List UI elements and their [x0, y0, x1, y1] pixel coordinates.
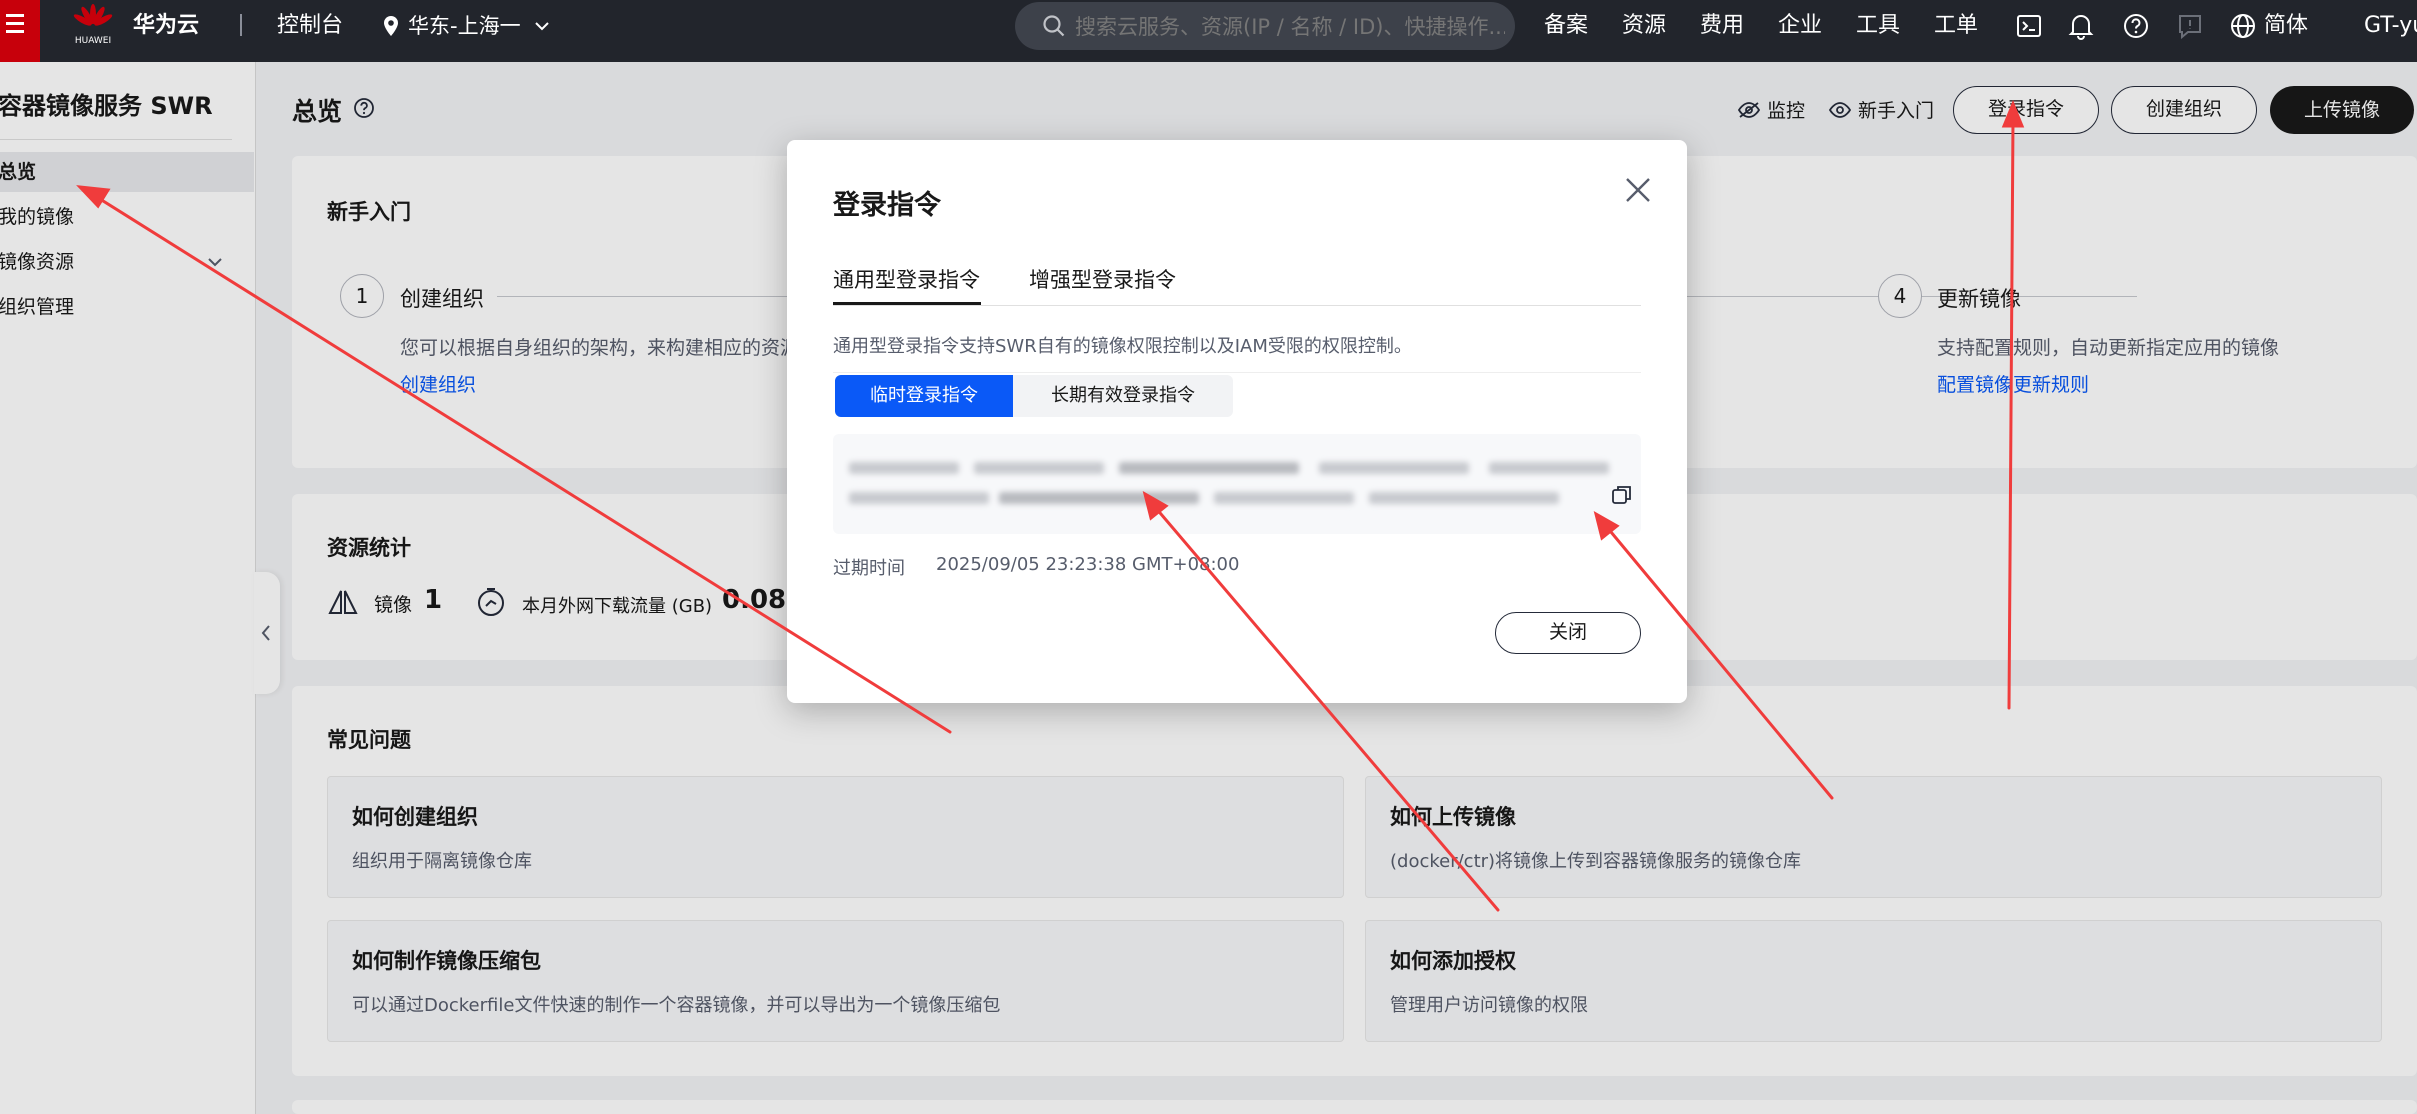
- menu-icon[interactable]: [0, 0, 40, 62]
- console-link[interactable]: 控制台: [277, 0, 343, 62]
- top-navigation-bar: HUAWEI 华为云 控制台 华东-上海一 备案 资源 费用 企业 工具 工单 …: [0, 0, 2417, 62]
- nav-item-resources[interactable]: 资源: [1622, 0, 1666, 62]
- login-command-dialog: 登录指令 通用型登录指令 增强型登录指令 通用型登录指令支持SWR自有的镜像权限…: [787, 140, 1687, 703]
- login-command-box[interactable]: [833, 434, 1641, 534]
- region-selector[interactable]: 华东-上海一: [382, 0, 562, 52]
- tabs-divider: [833, 305, 1641, 306]
- globe-icon[interactable]: [2229, 12, 2257, 40]
- region-label: 华东-上海一: [408, 14, 521, 38]
- language-switch[interactable]: 简体: [2264, 0, 2308, 62]
- huawei-logo-icon[interactable]: HUAWEI: [70, 4, 116, 50]
- dialog-description: 通用型登录指令支持SWR自有的镜像权限控制以及IAM受限的权限控制。: [833, 336, 1412, 357]
- logo-text: HUAWEI: [74, 36, 112, 46]
- user-account[interactable]: GT-yu: [2364, 0, 2417, 62]
- feedback-icon[interactable]: [2176, 12, 2204, 40]
- tab-enhanced-login[interactable]: 增强型登录指令: [1029, 264, 1176, 294]
- search-input[interactable]: [1073, 8, 1507, 46]
- search-icon: [1043, 15, 1065, 37]
- location-icon: [384, 16, 398, 36]
- help-icon[interactable]: [2122, 12, 2150, 40]
- expire-label: 过期时间: [833, 558, 905, 579]
- copy-icon[interactable]: [1611, 484, 1633, 506]
- nav-item-enterprise[interactable]: 企业: [1778, 0, 1822, 62]
- nav-item-tickets[interactable]: 工单: [1934, 0, 1978, 62]
- bell-icon[interactable]: [2068, 12, 2094, 40]
- terminal-icon[interactable]: [2016, 13, 2042, 39]
- dialog-title: 登录指令: [833, 190, 941, 221]
- segment-long-term[interactable]: 长期有效登录指令: [1013, 375, 1233, 417]
- nav-item-filing[interactable]: 备案: [1544, 0, 1588, 62]
- divider: [240, 14, 242, 36]
- segment-temporary[interactable]: 临时登录指令: [835, 375, 1013, 417]
- close-icon[interactable]: [1624, 176, 1652, 204]
- redacted-command-text: [849, 456, 1609, 516]
- nav-item-tools[interactable]: 工具: [1856, 0, 1900, 62]
- nav-item-billing[interactable]: 费用: [1700, 0, 1744, 62]
- global-search[interactable]: [1015, 2, 1515, 50]
- chevron-down-icon: [535, 22, 549, 31]
- tab-general-login[interactable]: 通用型登录指令: [833, 264, 980, 294]
- dialog-close-button[interactable]: 关闭: [1495, 612, 1641, 654]
- brand-name[interactable]: 华为云: [133, 0, 199, 62]
- expire-value: 2025/09/05 23:23:38 GMT+08:00: [936, 554, 1240, 575]
- desc-divider: [833, 372, 1641, 373]
